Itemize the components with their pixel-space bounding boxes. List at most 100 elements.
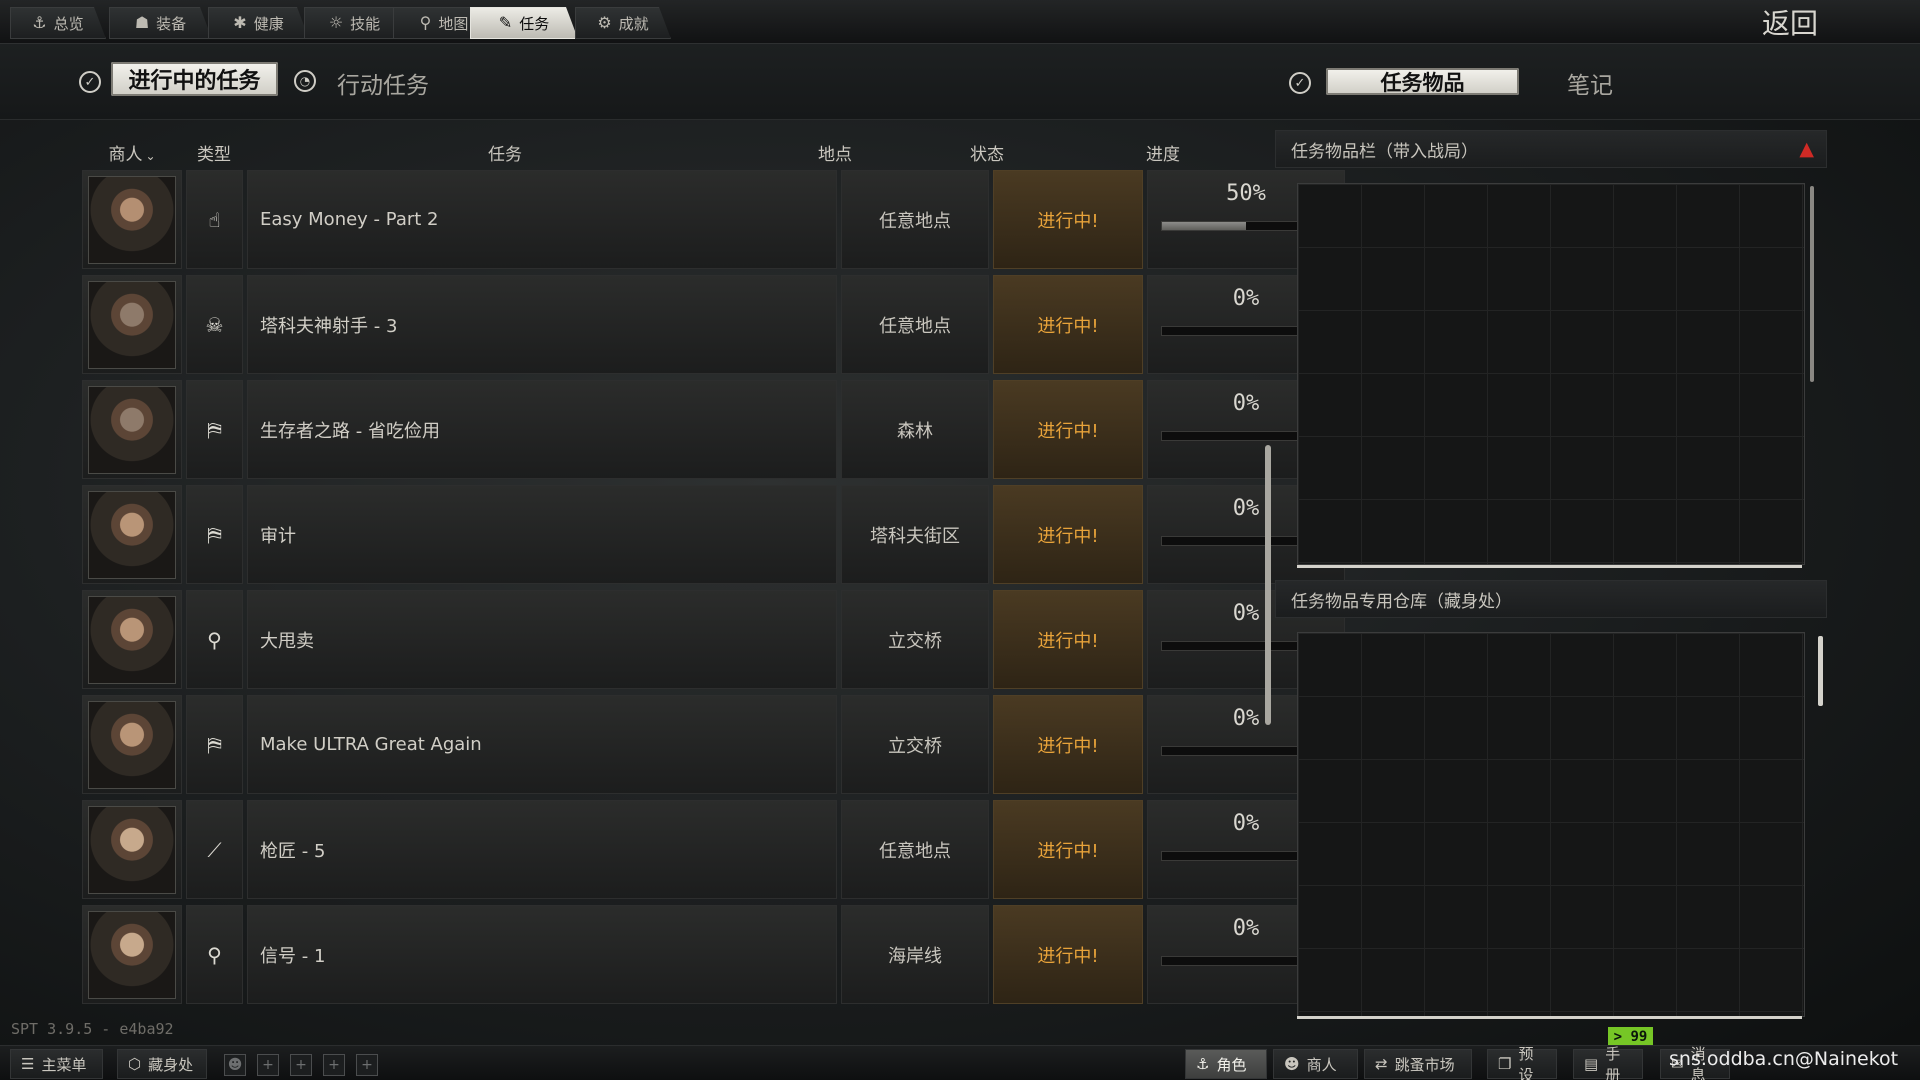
- hideout-button[interactable]: ⬡ 藏身处: [117, 1049, 207, 1079]
- gear-vest-icon: ☗: [134, 13, 150, 32]
- button-label: 藏身处: [148, 1055, 194, 1074]
- task-name[interactable]: 大甩卖: [247, 590, 837, 689]
- exit-icon: ⛿: [207, 732, 222, 757]
- col-trader-sort[interactable]: 商人 ⌄: [104, 140, 160, 165]
- add-slot-button[interactable]: +: [257, 1054, 279, 1076]
- avatar: [88, 386, 176, 474]
- col-progress[interactable]: 进度: [1118, 140, 1208, 165]
- trader-portrait[interactable]: [82, 695, 182, 794]
- person-slot-icon[interactable]: ☻: [224, 1054, 246, 1076]
- tab-tasks[interactable]: ✎ 任务: [470, 7, 578, 39]
- col-trader-label: 商人: [108, 145, 143, 165]
- progress-fill: [1162, 222, 1246, 230]
- task-row[interactable]: ⛿ Make ULTRA Great Again 立交桥 进行中! 0%: [82, 695, 1345, 797]
- task-name[interactable]: 枪匠 - 5: [247, 800, 837, 899]
- back-button[interactable]: 返回: [1762, 2, 1818, 42]
- task-location: 任意地点: [841, 275, 989, 374]
- task-status: 进行中!: [993, 590, 1143, 689]
- col-location[interactable]: 地点: [790, 140, 880, 165]
- task-name[interactable]: 信号 - 1: [247, 905, 837, 1004]
- task-type-cell: ⛿: [186, 485, 243, 584]
- task-row[interactable]: ⟋ 枪匠 - 5 任意地点 进行中! 0%: [82, 800, 1345, 902]
- character-button[interactable]: ⚓ 角色: [1185, 1049, 1267, 1079]
- avatar: [88, 176, 176, 264]
- task-row[interactable]: ⚲ 大甩卖 立交桥 进行中! 0%: [82, 590, 1345, 692]
- tab-label: 成就: [618, 14, 649, 33]
- quest-items-raid-header: 任务物品栏（带入战局） ▲: [1275, 130, 1827, 168]
- task-row[interactable]: ⛿ 生存者之路 - 省吃俭用 森林 进行中! 0%: [82, 380, 1345, 482]
- task-status: 进行中!: [993, 695, 1143, 794]
- add-slot-button[interactable]: +: [323, 1054, 345, 1076]
- tab-label: 总览: [53, 14, 84, 33]
- task-location: 塔科夫街区: [841, 485, 989, 584]
- raid-grid-scrollbar[interactable]: [1810, 186, 1814, 382]
- col-type[interactable]: 类型: [188, 140, 240, 165]
- task-list-scrollbar[interactable]: [1265, 445, 1271, 725]
- task-type-cell: ⛿: [186, 380, 243, 479]
- traders-button[interactable]: ☻ 商人: [1273, 1049, 1358, 1079]
- col-task[interactable]: 任务: [405, 140, 605, 165]
- tab-health[interactable]: ✱ 健康: [208, 7, 309, 39]
- task-type-cell: ☠: [186, 275, 243, 374]
- button-label: 商人: [1306, 1055, 1337, 1074]
- tab-person[interactable]: ⚓ 总览: [10, 7, 106, 39]
- trader-portrait[interactable]: [82, 485, 182, 584]
- task-type-cell: ⟋: [186, 800, 243, 899]
- task-name[interactable]: 塔科夫神射手 - 3: [247, 275, 837, 374]
- task-row[interactable]: ⛿ 审计 塔科夫街区 进行中! 0%: [82, 485, 1345, 587]
- avatar: [88, 701, 176, 789]
- task-row[interactable]: ☠ 塔科夫神射手 - 3 任意地点 进行中! 0%: [82, 275, 1345, 377]
- task-name[interactable]: 生存者之路 - 省吃俭用: [247, 380, 837, 479]
- task-status: 进行中!: [993, 170, 1143, 269]
- trader-portrait[interactable]: [82, 275, 182, 374]
- tab-gear-vest[interactable]: ☗ 装备: [109, 7, 212, 39]
- exit-icon: ⛿: [207, 522, 222, 547]
- flea-market-button[interactable]: ⇄ 跳蚤市场: [1364, 1049, 1472, 1079]
- button-label: 跳蚤市场: [1394, 1055, 1455, 1074]
- quest-items-raid-grid[interactable]: [1297, 183, 1805, 565]
- avatar: [88, 911, 176, 999]
- tab-skills[interactable]: ☼ 技能: [304, 7, 405, 39]
- trader-portrait[interactable]: [82, 905, 182, 1004]
- add-slot-button[interactable]: +: [290, 1054, 312, 1076]
- quest-items-stash-title: 任务物品专用仓库（藏身处）: [1291, 591, 1512, 612]
- menu-button[interactable]: ☰ 主菜单: [10, 1049, 103, 1079]
- avatar: [88, 806, 176, 894]
- tab-operation-tasks[interactable]: 行动任务: [337, 66, 429, 100]
- tab-label: 地图: [438, 14, 469, 33]
- menu-icon: ☰: [21, 1055, 35, 1073]
- task-row[interactable]: ⚲ 信号 - 1 海岸线 进行中! 0%: [82, 905, 1345, 1007]
- tab-achievements[interactable]: ⚙ 成就: [575, 7, 671, 39]
- tab-notes[interactable]: 笔记: [1567, 66, 1613, 100]
- quest-items-stash-grid[interactable]: [1297, 632, 1805, 1017]
- stash-grid-scrollbar[interactable]: [1818, 636, 1823, 706]
- tab-label: 任务: [519, 14, 550, 33]
- trader-portrait[interactable]: [82, 590, 182, 689]
- col-status[interactable]: 状态: [942, 140, 1032, 165]
- tab-quest-items[interactable]: 任务物品: [1326, 68, 1519, 95]
- handbook-button[interactable]: ▤ 手册: [1573, 1045, 1643, 1080]
- task-location: 任意地点: [841, 800, 989, 899]
- presets-button[interactable]: ❐ 预设: [1487, 1045, 1557, 1080]
- achievements-icon: ⚙: [597, 13, 612, 32]
- person-icon: ⚓: [32, 13, 47, 32]
- quest-items-raid-title: 任务物品栏（带入战局）: [1291, 141, 1478, 162]
- trader-portrait[interactable]: [82, 170, 182, 269]
- task-type-cell: ☝: [186, 170, 243, 269]
- button-label: 预设: [1518, 1045, 1534, 1080]
- task-status: 进行中!: [993, 905, 1143, 1004]
- version-label: SPT 3.9.5 - e4ba92: [11, 1020, 174, 1038]
- task-name[interactable]: Make ULTRA Great Again: [247, 695, 837, 794]
- task-name[interactable]: 审计: [247, 485, 837, 584]
- task-name[interactable]: Easy Money - Part 2: [247, 170, 837, 269]
- tab-active-tasks[interactable]: 进行中的任务: [111, 62, 278, 96]
- trader-portrait[interactable]: [82, 380, 182, 479]
- warning-icon: ▲: [1799, 138, 1814, 160]
- task-row[interactable]: ☝ Easy Money - Part 2 任意地点 进行中! 50%: [82, 170, 1345, 272]
- add-slot-button[interactable]: +: [356, 1054, 378, 1076]
- exit-icon: ⛿: [207, 417, 222, 442]
- trader-portrait[interactable]: [82, 800, 182, 899]
- grid-divider: [1297, 1016, 1802, 1019]
- button-label: 手册: [1605, 1045, 1621, 1080]
- handbook-icon: ▤: [1584, 1055, 1599, 1073]
